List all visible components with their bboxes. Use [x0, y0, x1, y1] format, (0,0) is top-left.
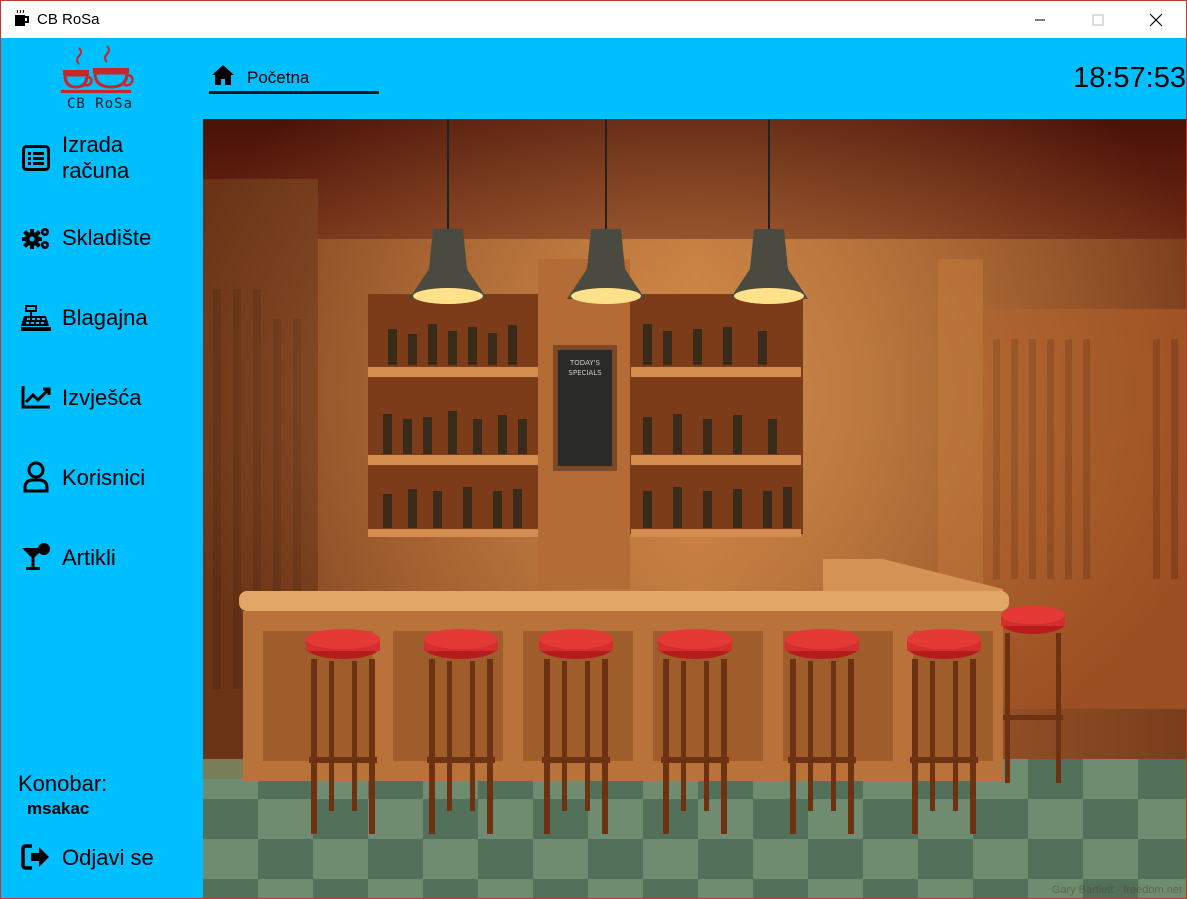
- chalkboard-text: TODAY'S: [569, 359, 600, 367]
- header: Početna 18:57:53: [203, 38, 1186, 119]
- minimize-button[interactable]: [1010, 1, 1070, 38]
- logout-label: Odjavi se: [62, 845, 154, 870]
- receipt-list-icon: [21, 143, 51, 173]
- sidebar-item-izrada-racuna[interactable]: Izrada računa: [1, 132, 203, 184]
- home-icon: [212, 65, 234, 85]
- app-window: CB RoSa CB RoSa Izrada računa Skladište …: [0, 0, 1187, 899]
- clock: 18:57:53: [1073, 62, 1186, 94]
- bar-illustration: TODAY'S SPECIALS: [203, 119, 1186, 898]
- coffee-cup-icon: [15, 10, 29, 26]
- title-bar[interactable]: CB RoSa: [1, 1, 1186, 38]
- close-icon: [1149, 13, 1163, 26]
- sidebar-item-artikli[interactable]: Artikli: [1, 542, 203, 574]
- sidebar-item-label: Izvješća: [62, 385, 142, 410]
- sidebar-item-label: Artikli: [62, 545, 116, 570]
- close-button[interactable]: [1126, 1, 1186, 38]
- sidebar-item-blagajna[interactable]: Blagajna: [1, 302, 203, 334]
- bar-background-image: TODAY'S SPECIALS Gary Bartlett - freedom…: [203, 119, 1186, 898]
- maximize-button[interactable]: [1068, 1, 1128, 38]
- minimize-icon: [1035, 19, 1045, 20]
- logout-button[interactable]: Odjavi se: [1, 842, 203, 874]
- sign-out-icon: [21, 842, 51, 872]
- user-name: msakac: [27, 799, 90, 818]
- tab-label: Početna: [247, 68, 310, 87]
- sidebar-item-label: Skladište: [62, 225, 152, 250]
- watermark-text: Gary Bartlett - freedom.net: [1051, 884, 1182, 896]
- user-caption: Konobar:: [18, 771, 108, 796]
- cocktail-icon: [21, 542, 51, 572]
- tab-pocetna[interactable]: Početna: [209, 62, 379, 94]
- maximize-icon: [1092, 14, 1104, 25]
- sidebar-item-skladiste[interactable]: Skladište: [1, 222, 203, 254]
- svg-text:SPECIALS: SPECIALS: [568, 369, 602, 377]
- line-chart-icon: [21, 382, 51, 412]
- gears-icon: [21, 223, 51, 253]
- sidebar: CB RoSa Izrada računa Skladište Blagajna…: [1, 38, 203, 898]
- logo-text: CB RoSa: [67, 96, 134, 112]
- sidebar-item-korisnici[interactable]: Korisnici: [1, 461, 203, 494]
- sidebar-item-izvjesca[interactable]: Izvješća: [1, 382, 203, 414]
- sidebar-item-label: Blagajna: [62, 305, 148, 330]
- sidebar-item-label: Korisnici: [62, 465, 146, 490]
- user-icon: [21, 461, 51, 493]
- sidebar-item-label: Izrada računa: [62, 132, 130, 183]
- window-title: CB RoSa: [37, 11, 100, 28]
- cash-register-icon: [21, 303, 51, 333]
